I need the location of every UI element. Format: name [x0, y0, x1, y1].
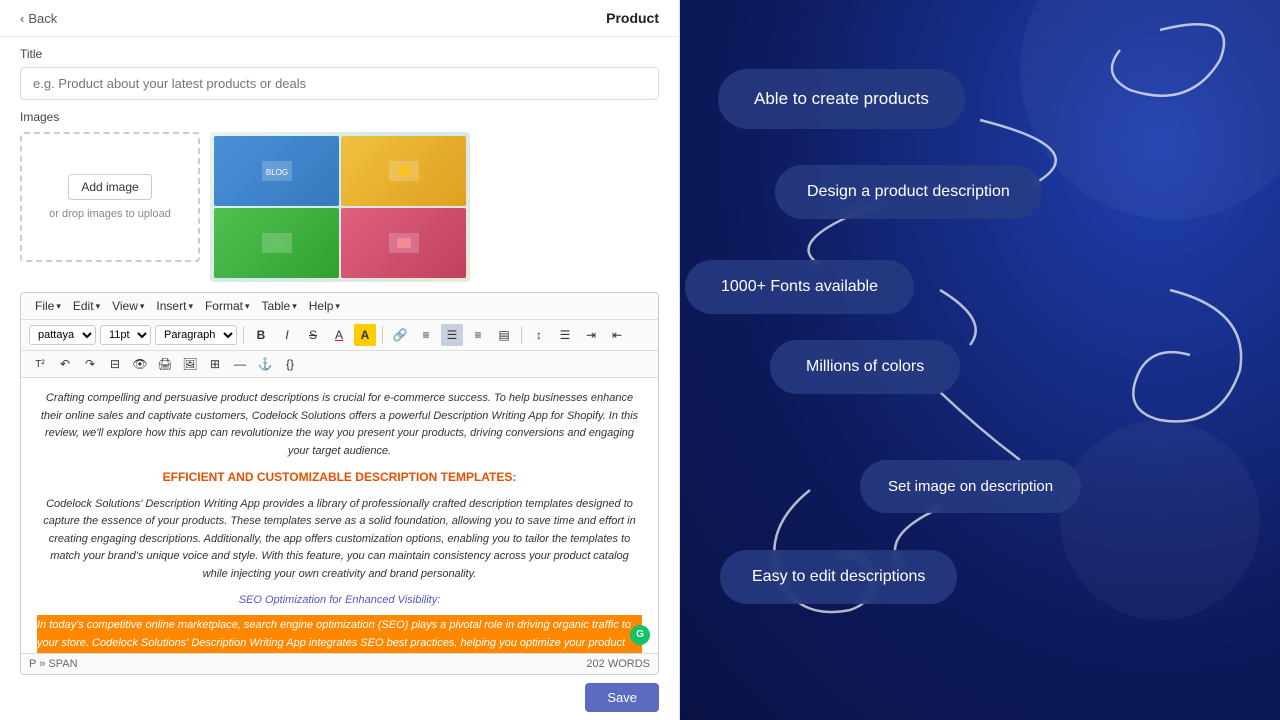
print-button[interactable]: 🖨: [154, 353, 176, 375]
top-bar: ‹ Back Product: [0, 0, 679, 37]
indent-button[interactable]: ⇥: [580, 324, 602, 346]
back-arrow-icon: ‹: [20, 11, 24, 26]
preview-cell-1: BLOG: [214, 136, 339, 206]
italic-button[interactable]: I: [276, 324, 298, 346]
blob-decoration-1: [1020, 0, 1280, 220]
editor-container: File ▾ Edit ▾ View ▾ Insert ▾ Format ▾ T…: [20, 292, 659, 675]
align-right-button[interactable]: ≡: [467, 324, 489, 346]
editor-path: P » SPAN: [29, 658, 78, 670]
product-label: Product: [606, 10, 659, 26]
status-bar: P » SPAN 202 WORDS: [21, 653, 658, 674]
bubble-design: Design a product description: [775, 165, 1042, 219]
preview-cell-2: [341, 136, 466, 206]
menu-view[interactable]: View ▾: [106, 297, 150, 315]
highlight-button[interactable]: A: [354, 324, 376, 346]
view-chevron: ▾: [140, 301, 145, 312]
image-upload-box[interactable]: Add image or drop images to upload: [20, 132, 200, 262]
line-height-button[interactable]: ↕: [528, 324, 550, 346]
align-center-button[interactable]: ☰: [441, 324, 463, 346]
images-row: Add image or drop images to upload BLOG: [20, 132, 659, 282]
bubble-create: Able to create products: [718, 69, 965, 129]
left-panel: ‹ Back Product Title Images Add image or…: [0, 0, 680, 720]
image-preview: BLOG: [210, 132, 470, 282]
editor-paragraph-1: Crafting compelling and persuasive produ…: [37, 390, 642, 460]
separator-3: [521, 326, 522, 344]
grammarly-badge: G: [630, 625, 650, 645]
table-chevron: ▾: [292, 301, 297, 312]
bubble-edit: Easy to edit descriptions: [720, 550, 957, 604]
font-color-button[interactable]: A: [328, 324, 350, 346]
anchor-button[interactable]: ⚓: [254, 353, 276, 375]
insert-chevron: ▾: [188, 301, 193, 312]
preview-grid: BLOG: [210, 132, 470, 282]
table-insert-button[interactable]: ⊞: [204, 353, 226, 375]
title-input[interactable]: [20, 67, 659, 100]
menu-insert[interactable]: Insert ▾: [150, 297, 199, 315]
redo-button[interactable]: ↷: [79, 353, 101, 375]
bubble-image: Set image on description: [860, 460, 1081, 513]
list-unordered-button[interactable]: ☰: [554, 324, 576, 346]
superscript-button[interactable]: T²: [29, 353, 51, 375]
editor-content[interactable]: Crafting compelling and persuasive produ…: [21, 378, 658, 653]
align-justify-button[interactable]: ▤: [493, 324, 515, 346]
strikethrough-button[interactable]: S: [302, 324, 324, 346]
outdent-button[interactable]: ⇤: [606, 324, 628, 346]
page-break-button[interactable]: ⊟: [104, 353, 126, 375]
right-panel: Able to create products Design a product…: [680, 0, 1280, 720]
word-count: 202 WORDS: [586, 658, 650, 670]
bubble-fonts: 1000+ Fonts available: [685, 260, 914, 314]
bold-button[interactable]: B: [250, 324, 272, 346]
format-chevron: ▾: [245, 301, 250, 312]
align-left-button[interactable]: ≡: [415, 324, 437, 346]
add-image-button[interactable]: Add image: [68, 174, 151, 200]
editor-subheading: SEO Optimization for Enhanced Visibility…: [37, 592, 642, 610]
save-row: Save: [0, 675, 679, 720]
file-chevron: ▾: [56, 301, 61, 312]
code-button[interactable]: {}: [279, 353, 301, 375]
images-section: Images Add image or drop images to uploa…: [0, 100, 679, 292]
font-select[interactable]: pattaya: [29, 325, 96, 345]
preview-cell-4: [341, 208, 466, 278]
editor-heading: Efficient and Customizable Description T…: [37, 468, 642, 487]
help-chevron: ▾: [335, 301, 340, 312]
paragraph-select[interactable]: Paragraph: [155, 325, 237, 345]
menu-file[interactable]: File ▾: [29, 297, 67, 315]
toolbar-row1: pattaya 11pt Paragraph B I S A A 🔗 ≡ ☰ ≡…: [21, 320, 658, 351]
editor-highlighted: In today's competitive online marketplac…: [37, 615, 642, 653]
horizontal-rule-button[interactable]: —: [229, 353, 251, 375]
svg-text:BLOG: BLOG: [265, 168, 287, 177]
menu-edit[interactable]: Edit ▾: [67, 297, 106, 315]
image-button[interactable]: 🖼: [179, 353, 201, 375]
back-button[interactable]: ‹ Back: [20, 11, 57, 26]
drop-text: or drop images to upload: [49, 208, 171, 220]
link-button[interactable]: 🔗: [389, 324, 411, 346]
edit-chevron: ▾: [96, 301, 101, 312]
separator-2: [382, 326, 383, 344]
title-section: Title: [0, 37, 679, 100]
editor-paragraph-2: Codelock Solutions' Description Writing …: [37, 496, 642, 584]
menu-format[interactable]: Format ▾: [199, 297, 256, 315]
toolbar-row2: T² ↶ ↷ ⊟ 👁 🖨 🖼 ⊞ — ⚓ {}: [21, 351, 658, 378]
save-button[interactable]: Save: [585, 683, 659, 712]
font-size-select[interactable]: 11pt: [100, 325, 151, 345]
preview-cell-3: [214, 208, 339, 278]
title-label: Title: [20, 47, 659, 61]
bubble-colors: Millions of colors: [770, 340, 960, 394]
images-label: Images: [20, 110, 659, 124]
menu-bar: File ▾ Edit ▾ View ▾ Insert ▾ Format ▾ T…: [21, 293, 658, 320]
menu-help[interactable]: Help ▾: [303, 297, 346, 315]
separator-1: [243, 326, 244, 344]
undo-button[interactable]: ↶: [54, 353, 76, 375]
back-label: Back: [28, 11, 57, 26]
menu-table[interactable]: Table ▾: [256, 297, 303, 315]
blob-decoration-2: [1060, 420, 1260, 620]
show-blocks-button[interactable]: 👁: [129, 353, 151, 375]
